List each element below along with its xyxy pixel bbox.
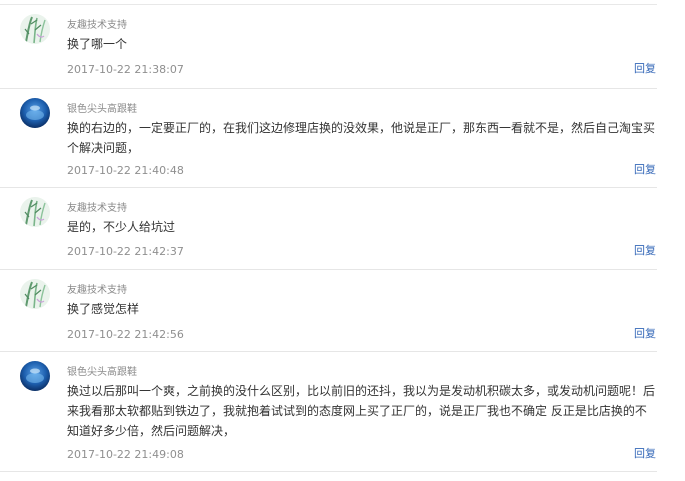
comment-content: 是的，不少人给坑过 <box>67 220 176 234</box>
comment-content: 换了感觉怎样 <box>67 302 140 316</box>
bamboo-avatar-icon[interactable] <box>20 197 50 227</box>
reply-link[interactable]: 回复 <box>634 60 656 76</box>
bamboo-avatar-icon[interactable] <box>20 14 50 44</box>
comment-username: 银色尖头高跟鞋 <box>67 367 137 378</box>
comment-item: 银色尖头高跟鞋 换的右边的，一定要正厂的，在我们这边修理店换的没效果，他说是正厂… <box>0 88 657 188</box>
comment-content: 换了哪一个 <box>67 37 128 51</box>
comment-item: 银色尖头高跟鞋 换过以后那叫一个爽，之前换的没什么区别，比以前旧的还抖，我以为是… <box>0 351 657 472</box>
reply-link[interactable]: 回复 <box>634 445 656 461</box>
comment-item: 友趣技术支持 是的，不少人给坑过 2017-10-22 21:42:37 回复 <box>0 187 657 270</box>
reply-link[interactable]: 回复 <box>634 325 656 341</box>
comment-username: 友趣技术支持 <box>67 203 127 214</box>
comment-username: 银色尖头高跟鞋 <box>67 104 137 115</box>
comment-item: 友趣技术支持 换了感觉怎样 2017-10-22 21:42:56 回复 <box>0 269 657 352</box>
comment-timestamp: 2017-10-22 21:38:07 <box>67 63 184 76</box>
comment-content: 换过以后那叫一个爽，之前换的没什么区别，比以前旧的还抖，我以为是发动机积碳太多，… <box>67 384 656 438</box>
comment-thread: 友趣技术支持 换了哪一个 2017-10-22 21:38:07 回复 银色尖头… <box>0 0 685 481</box>
blue-sphere-avatar-icon[interactable] <box>20 361 50 391</box>
reply-link[interactable]: 回复 <box>634 161 656 177</box>
blue-sphere-avatar-icon[interactable] <box>20 98 50 128</box>
comment-username: 友趣技术支持 <box>67 285 127 296</box>
bamboo-avatar-icon[interactable] <box>20 279 50 309</box>
comment-timestamp: 2017-10-22 21:49:08 <box>67 448 184 461</box>
comment-timestamp: 2017-10-22 21:42:56 <box>67 328 184 341</box>
comment-item: 友趣技术支持 换了哪一个 2017-10-22 21:38:07 回复 <box>0 4 657 89</box>
comment-timestamp: 2017-10-22 21:42:37 <box>67 245 184 258</box>
comment-timestamp: 2017-10-22 21:40:48 <box>67 164 184 177</box>
comment-username: 友趣技术支持 <box>67 20 127 31</box>
comment-content: 换的右边的，一定要正厂的，在我们这边修理店换的没效果，他说是正厂，那东西一看就不… <box>67 121 656 155</box>
reply-link[interactable]: 回复 <box>634 242 656 258</box>
